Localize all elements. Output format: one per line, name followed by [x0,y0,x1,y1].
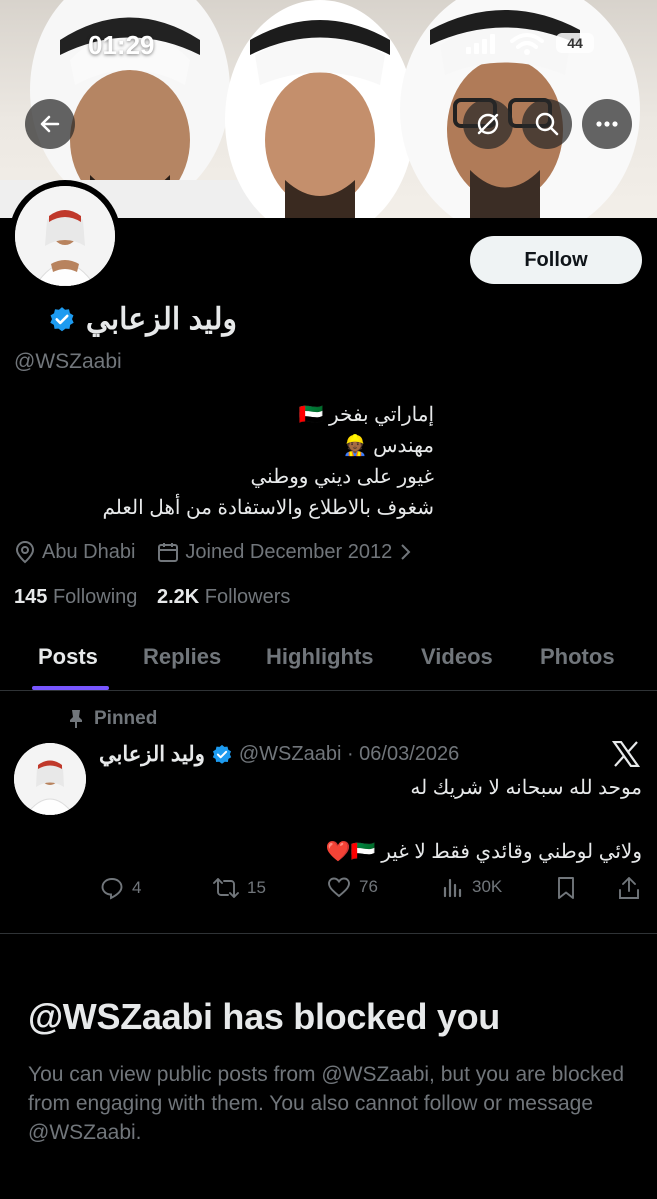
followers-label: Followers [204,586,291,608]
location-text: Abu Dhabi [42,540,136,563]
grok-icon [477,113,499,135]
location-icon [15,540,35,564]
calendar-icon [158,543,179,562]
like-count: 76 [359,877,378,896]
profile-handle: @WSZaabi [14,350,122,373]
profile-name-row: وليد الزعابي [48,302,237,337]
pinned-label: Pinned [94,708,158,729]
repost-count: 15 [247,878,266,897]
more-button[interactable] [582,99,632,149]
post-line [102,804,642,836]
cellular-signal-icon [466,34,495,54]
reply-icon [101,878,123,900]
grok-button[interactable] [463,99,513,149]
bio-line: شغوف بالاطلاع والاستفادة من أهل العلم [102,497,434,519]
wifi-icon [510,33,544,55]
tab-replies[interactable]: Replies [143,644,221,670]
repost-icon [213,878,239,898]
repost-button[interactable]: 15 [213,876,266,900]
chevron-right-icon[interactable] [400,542,412,562]
more-icon [596,121,618,127]
profile-meta: Abu Dhabi Joined December 2012 [14,540,412,564]
post-avatar[interactable] [14,743,86,815]
post-line: موحد لله سبحانه لا شريك له [410,777,642,799]
post-handle-date: @WSZaabi · 06/03/2026 [238,743,460,765]
follow-button[interactable]: Follow [470,236,642,284]
post-divider [0,933,657,934]
back-button[interactable] [25,99,75,149]
display-name: وليد الزعابي [85,303,237,336]
x-logo-icon [612,741,640,767]
search-icon [535,112,559,136]
tab-photos[interactable]: Photos [540,644,615,670]
following-link[interactable]: 145 Following [14,586,137,608]
reply-button[interactable]: 4 [100,876,141,900]
following-count: 145 [14,586,48,608]
tab-posts[interactable]: Posts [38,644,98,670]
share-icon [619,877,639,899]
follow-counts: 145 Following 2.2K Followers [14,586,290,609]
bio-line: مهندس 👷🏾 [342,435,434,457]
post-actions: 4 15 76 30K [100,876,645,908]
back-arrow-icon [40,115,60,133]
post-header: وليد الزعابي @WSZaabi · 06/03/2026 [99,742,459,767]
post-author-name[interactable]: وليد الزعابي [99,742,205,767]
bio-line: غيور على ديني ووطني [250,466,435,488]
bio-line: إماراتي بفخر 🇦🇪 [298,404,434,426]
status-time: 01:29 [88,30,155,60]
share-button[interactable] [618,876,640,900]
bookmark-button[interactable] [556,876,576,900]
search-button[interactable] [522,99,572,149]
reply-count: 4 [132,878,142,897]
pinned-indicator: Pinned [68,708,157,730]
profile-avatar[interactable] [9,180,121,292]
post-text: موحد لله سبحانه لا شريك له ولائي لوطني و… [102,772,642,868]
followers-link[interactable]: 2.2K Followers [157,586,290,608]
tab-videos[interactable]: Videos [421,644,493,670]
tab-highlights[interactable]: Highlights [266,644,374,670]
heart-icon [328,877,350,898]
status-bar: 01:29 44 [0,0,657,80]
joined-date: Joined December 2012 [185,540,393,563]
post-line: ولائي لوطني وقائدي فقط لا غير 🇦🇪❤️ [325,841,642,863]
avatar-image [15,186,115,286]
battery-indicator: 44 [556,33,594,53]
blocked-title: @WSZaabi has blocked you [28,996,500,1037]
like-button[interactable]: 76 [327,876,378,898]
pin-icon [70,710,82,728]
profile-tabs: Posts Replies Highlights Videos Photos [0,632,657,691]
active-tab-indicator [32,686,109,690]
followers-count: 2.2K [156,586,200,608]
following-label: Following [52,586,138,608]
view-count: 30K [472,877,503,896]
verified-badge-icon [212,744,232,764]
bookmark-icon [558,877,574,899]
blocked-message: You can view public posts from @WSZaabi,… [28,1063,625,1144]
views-icon [443,878,462,898]
views-button[interactable]: 30K [442,876,502,898]
verified-badge-icon[interactable] [48,306,76,334]
profile-bio: إماراتي بفخر 🇦🇪 مهندس 👷🏾 غيور على ديني و… [14,400,434,524]
